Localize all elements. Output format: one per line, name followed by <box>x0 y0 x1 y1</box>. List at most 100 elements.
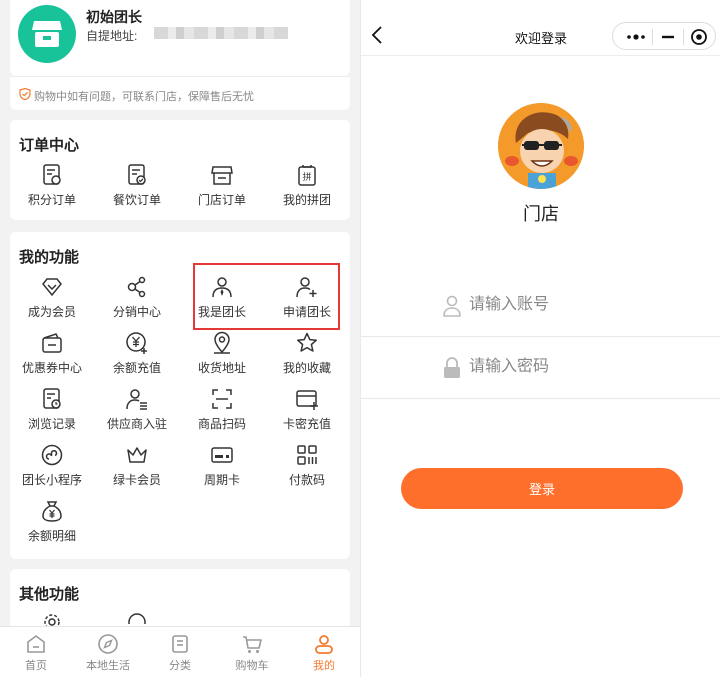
grid-item-browsing-history[interactable]: 浏览记录 <box>10 387 94 439</box>
grid-label: 浏览记录 <box>27 417 76 431</box>
lock-icon <box>444 357 460 378</box>
grid-label: 收货地址 <box>197 361 246 375</box>
profile-card[interactable]: 初始团长 自提地址: <box>10 0 350 76</box>
other-functions-title: 其他功能 <box>19 586 80 603</box>
crown-icon <box>127 447 147 463</box>
pay-code-icon <box>297 445 317 465</box>
grid-item-store-order[interactable]: 门店订单 <box>180 163 264 215</box>
mini-program-icon <box>41 444 63 466</box>
grid-item-points-order[interactable]: 积分订单 <box>10 163 94 215</box>
grid-item-shipping-address[interactable]: 收货地址 <box>180 331 264 383</box>
grid-item-my-favorites[interactable]: 我的收藏 <box>265 331 349 383</box>
grid-label: 供应商入驻 <box>106 417 167 431</box>
grid-label: 团长小程序 <box>21 473 82 487</box>
grid-label: 我的拼团 <box>282 193 331 207</box>
food-order-icon <box>128 164 146 185</box>
capsule-divider <box>683 29 684 45</box>
grid-label: 卡密充值 <box>282 417 331 431</box>
grid-item-distribution-center[interactable]: 分销中心 <box>95 275 179 327</box>
tab-local-life[interactable]: 本地生活 <box>72 627 144 677</box>
share-icon <box>127 276 146 298</box>
tab-label: 本地生活 <box>86 660 130 672</box>
diamond-icon <box>42 278 62 297</box>
history-icon <box>43 388 61 409</box>
tab-label: 我的 <box>313 660 335 672</box>
tab-mine[interactable]: 我的 <box>288 627 360 677</box>
compass-icon <box>98 634 118 654</box>
group-buy-icon: 拼 <box>298 165 316 186</box>
pickup-address-label: 自提地址: <box>86 29 138 43</box>
tab-label: 首页 <box>25 660 47 672</box>
close-target-icon[interactable] <box>686 27 712 47</box>
avatar[interactable] <box>18 5 76 63</box>
supplier-icon <box>126 389 147 410</box>
store-avatar-icon <box>32 21 62 47</box>
account-field-row <box>361 275 720 337</box>
my-functions-title: 我的功能 <box>19 249 80 266</box>
grid-label: 优惠券中心 <box>21 361 82 375</box>
grid-label: 周期卡 <box>203 473 240 487</box>
minimize-icon[interactable] <box>654 27 682 47</box>
notice-bar: 购物中如有问题，可联系门店，保障售后无忧 <box>10 76 350 110</box>
nav-bar: 欢迎登录 <box>361 0 720 56</box>
grid-label: 余额充值 <box>112 361 161 375</box>
account-input[interactable] <box>469 293 669 317</box>
grid-label: 积分订单 <box>27 193 76 207</box>
grid-item-pay-code[interactable]: 付款码 <box>265 443 349 495</box>
bottom-tab-bar: 首页 本地生活 分类 购物车 我的 <box>0 626 360 677</box>
user-center-panel: 初始团长 自提地址: 购物中如有问题，可联系门店，保障售后无忧 订单中心 积分订… <box>0 0 360 677</box>
grid-item-coupon-center[interactable]: 优惠券中心 <box>10 331 94 383</box>
login-button[interactable]: 登录 <box>401 468 683 509</box>
card-plus-icon <box>296 390 318 410</box>
grid-label: 付款码 <box>288 473 325 487</box>
grid-item-group-buy[interactable]: 拼 我的拼团 <box>265 163 349 215</box>
grid-label: 我的收藏 <box>282 361 331 375</box>
star-icon <box>296 332 318 352</box>
scan-icon <box>212 389 232 409</box>
tab-category[interactable]: 分类 <box>144 627 216 677</box>
grid-label: 商品扫码 <box>197 417 246 431</box>
grid-label: 余额明细 <box>27 529 76 543</box>
coupon-icon <box>42 333 62 353</box>
grid-label: 分销中心 <box>112 305 161 319</box>
user-icon <box>443 295 461 317</box>
capsule-divider <box>652 29 653 45</box>
grid-item-balance-recharge[interactable]: 余额充值 <box>95 331 179 383</box>
store-name: 门店 <box>523 204 559 224</box>
leader-highlight-box <box>193 263 340 330</box>
money-bag-icon <box>42 501 62 522</box>
period-card-icon <box>211 447 233 463</box>
grid-item-card-recharge[interactable]: 卡密充值 <box>265 387 349 439</box>
password-input[interactable] <box>469 355 669 379</box>
cartoon-mascot-icon <box>498 103 584 189</box>
grid-item-leader-mini-program[interactable]: 团长小程序 <box>10 443 94 495</box>
shield-icon <box>19 88 31 100</box>
more-dots-icon[interactable] <box>621 27 651 47</box>
tab-cart[interactable]: 购物车 <box>216 627 288 677</box>
location-icon <box>214 331 230 354</box>
grid-label: 门店订单 <box>197 193 246 207</box>
grid-item-balance-detail[interactable]: 余额明细 <box>10 499 94 551</box>
grid-label: 餐饮订单 <box>112 193 161 207</box>
grid-item-period-card[interactable]: 周期卡 <box>180 443 264 495</box>
grid-item-green-card-member[interactable]: 绿卡会员 <box>95 443 179 495</box>
category-icon <box>172 635 188 653</box>
cart-icon <box>243 636 262 653</box>
points-order-icon <box>43 164 61 185</box>
profile-name: 初始团长 <box>86 9 142 25</box>
password-field-row <box>361 337 720 399</box>
user-icon <box>315 635 333 654</box>
grid-item-product-scan[interactable]: 商品扫码 <box>180 387 264 439</box>
notice-text: 购物中如有问题，可联系门店，保障售后无忧 <box>34 91 254 103</box>
grid-item-food-order[interactable]: 餐饮订单 <box>95 163 179 215</box>
grid-item-become-member[interactable]: 成为会员 <box>10 275 94 327</box>
order-center-card: 订单中心 积分订单 餐饮订单 门店订单 拼 我的拼团 <box>10 120 350 220</box>
tab-label: 分类 <box>169 660 191 672</box>
tab-label: 购物车 <box>235 660 269 672</box>
pickup-address-value-blurred <box>154 27 288 39</box>
grid-item-supplier-entry[interactable]: 供应商入驻 <box>95 387 179 439</box>
grid-label: 绿卡会员 <box>112 473 161 487</box>
tab-home[interactable]: 首页 <box>0 627 72 677</box>
yuan-plus-icon <box>126 332 147 354</box>
svg-text:拼: 拼 <box>302 171 311 183</box>
